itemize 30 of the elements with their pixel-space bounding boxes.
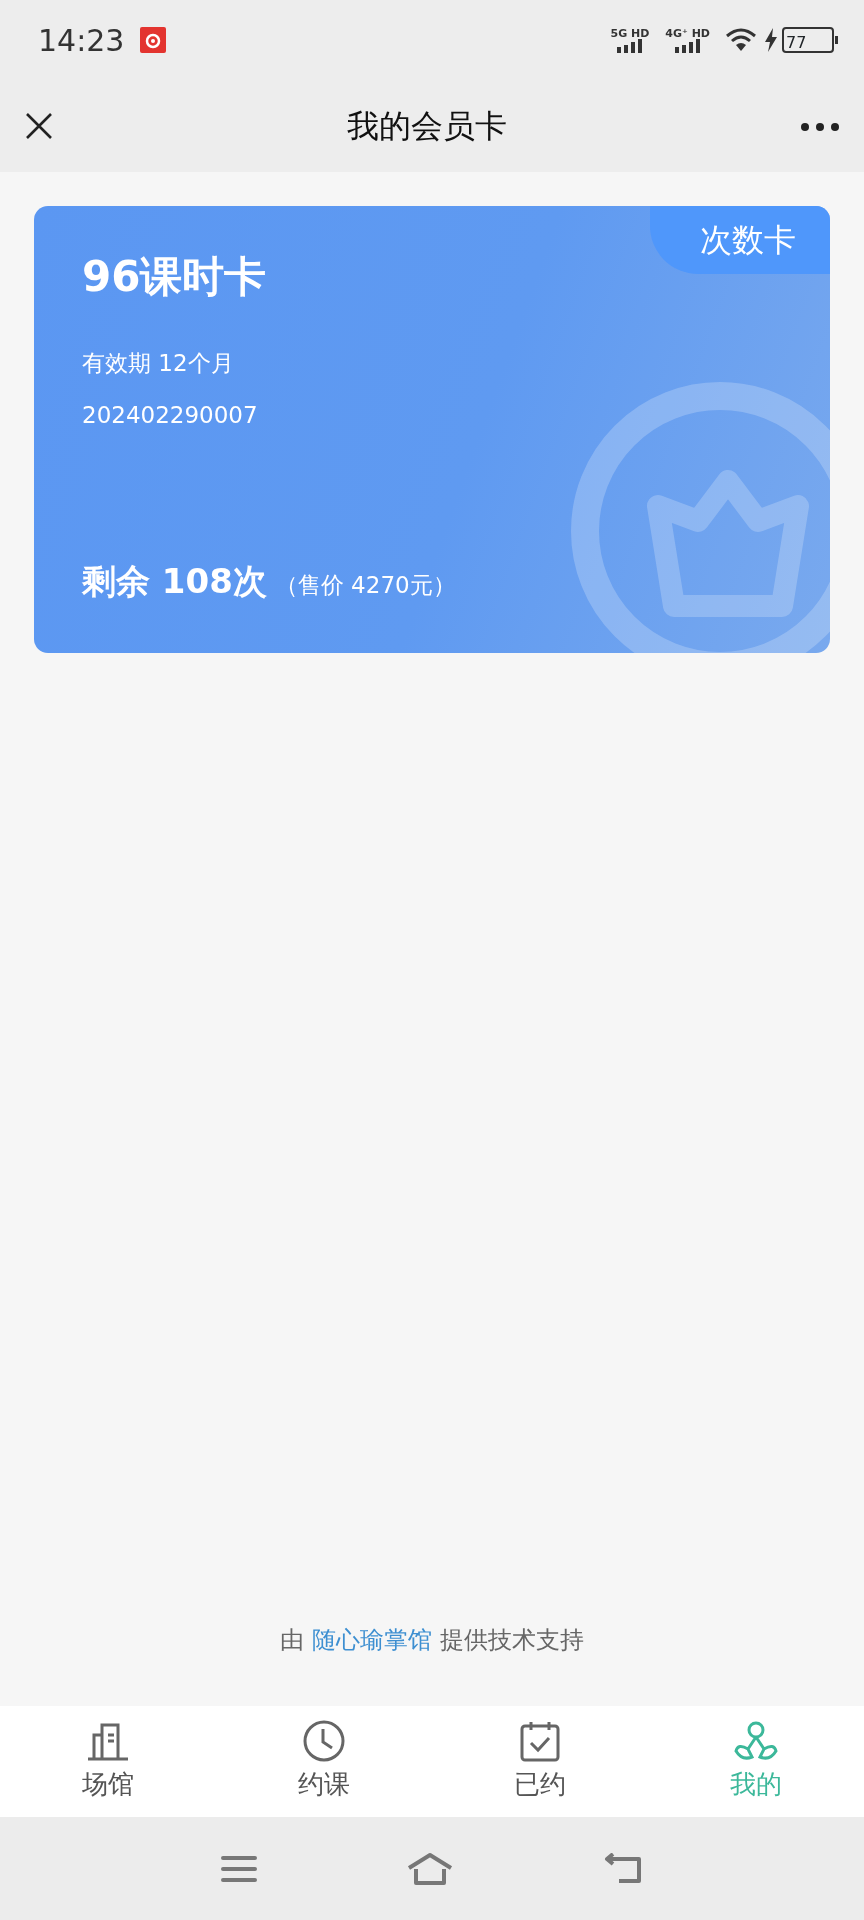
- sale-price: （售价 4270元）: [274, 571, 456, 600]
- remaining-count: 剩余 108次: [82, 560, 267, 603]
- home-icon[interactable]: [407, 1851, 453, 1886]
- network-label: 4G⁺ HD: [665, 27, 710, 39]
- tab-bar-item[interactable]: 已约: [432, 1706, 648, 1817]
- close-icon: [24, 111, 54, 141]
- wifi-icon: [726, 28, 756, 52]
- calendar-check-icon: [518, 1719, 562, 1763]
- validity-text: 有效期 12个月: [82, 350, 235, 378]
- clock-icon: [302, 1719, 346, 1763]
- more-icon: [800, 121, 840, 132]
- back-icon[interactable]: [603, 1852, 643, 1885]
- tab-bar-item[interactable]: 场馆: [0, 1706, 216, 1817]
- close-button[interactable]: [24, 111, 54, 141]
- crown-icon: [570, 381, 830, 653]
- tab-bar-item[interactable]: 约课: [216, 1706, 432, 1817]
- menu-icon[interactable]: [221, 1854, 257, 1883]
- app-notification-icon: [140, 27, 167, 53]
- network-label: 5G HD: [610, 27, 650, 39]
- charging-icon: [764, 28, 778, 52]
- signal-icon: [616, 38, 643, 53]
- battery-level-text: 77: [782, 27, 834, 53]
- card-number: 202402290007: [82, 402, 259, 430]
- card-name: 96课时卡: [82, 252, 268, 303]
- person-icon: [734, 1719, 778, 1763]
- page-title: 我的会员卡: [347, 106, 507, 147]
- signal-icon: [674, 38, 701, 53]
- support-text: 由 随心瑜掌馆 提供技术支持: [279, 1625, 585, 1656]
- clock-time: 14:23: [38, 21, 125, 60]
- card-type-tag: 次数卡: [650, 206, 830, 274]
